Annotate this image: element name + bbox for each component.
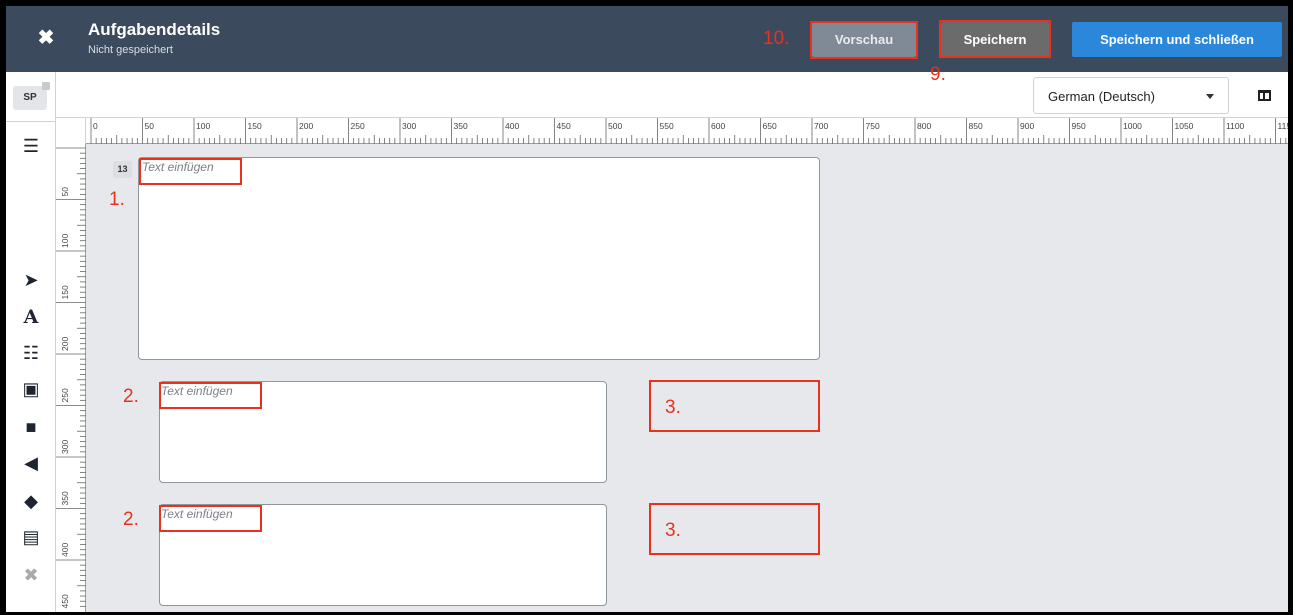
ruler-label: 1050 bbox=[1175, 121, 1194, 131]
annotation-label-9: 9. bbox=[930, 64, 946, 85]
close-icon[interactable]: ✖ bbox=[34, 26, 58, 50]
ruler-corner bbox=[56, 118, 86, 144]
ruler-label: 700 bbox=[814, 121, 828, 131]
ruler-label: 200 bbox=[299, 121, 313, 131]
ruler-label: 150 bbox=[60, 285, 70, 299]
save-button[interactable]: Speichern bbox=[941, 22, 1049, 57]
badge-corner bbox=[42, 82, 50, 90]
text-icon[interactable]: A bbox=[6, 304, 56, 330]
ruler-label: 450 bbox=[60, 594, 70, 608]
preview-button[interactable]: Vorschau bbox=[812, 22, 916, 57]
header-bar: ✖ Aufgabendetails Nicht gespeichert Vors… bbox=[6, 6, 1288, 72]
horizontal-ruler-ticks: 0 50 100 150 200 250 300 350 400 450 500 550 600 650 7… bbox=[90, 118, 1289, 144]
ruler-label: 550 bbox=[660, 121, 674, 131]
annotation-label-2b: 2. bbox=[123, 509, 139, 530]
text-placeholder[interactable]: Text einfügen bbox=[161, 384, 233, 398]
audio-icon[interactable]: ◀ bbox=[6, 450, 56, 476]
ruler-label: 350 bbox=[454, 121, 468, 131]
ruler-label: 750 bbox=[866, 121, 880, 131]
ruler-label: 400 bbox=[60, 543, 70, 557]
language-value: German (Deutsch) bbox=[1048, 89, 1155, 104]
image-icon[interactable]: ▣ bbox=[6, 376, 56, 402]
ruler-label: 450 bbox=[557, 121, 571, 131]
ruler-label: 950 bbox=[1072, 121, 1086, 131]
tool-sidebar: SP ☰ ➤ A ☷ ▣ ■ ◀ ◆ ▤ ✖ bbox=[6, 72, 56, 612]
save-status: Nicht gespeichert bbox=[88, 44, 173, 56]
ruler-label: 200 bbox=[60, 337, 70, 351]
text-box-answer-2[interactable]: Text einfügen bbox=[159, 504, 607, 606]
ruler-label: 0 bbox=[93, 121, 98, 131]
ruler-label: 100 bbox=[196, 121, 210, 131]
ruler-label: 50 bbox=[60, 187, 70, 197]
video-icon[interactable]: ■ bbox=[6, 414, 56, 440]
ruler-label: 500 bbox=[608, 121, 622, 131]
ruler-label: 100 bbox=[60, 234, 70, 248]
layout-toggle-icon[interactable] bbox=[1258, 90, 1271, 101]
save-and-close-button[interactable]: Speichern und schließen bbox=[1072, 22, 1282, 57]
ruler-label: 800 bbox=[917, 121, 931, 131]
delete-icon[interactable]: ✖ bbox=[6, 562, 56, 588]
ruler-label: 350 bbox=[60, 491, 70, 505]
outline-list-icon[interactable]: ☰ bbox=[6, 133, 56, 159]
ruler-label: 1150 bbox=[1278, 121, 1289, 131]
ruler-label: 600 bbox=[711, 121, 725, 131]
ruler-label: 1000 bbox=[1123, 121, 1142, 131]
annotation-label-3b: 3. bbox=[665, 520, 681, 541]
ruler-label: 650 bbox=[763, 121, 777, 131]
ruler-label: 1100 bbox=[1226, 121, 1245, 131]
page-title: Aufgabendetails bbox=[88, 20, 221, 39]
checklist-icon[interactable]: ☷ bbox=[6, 340, 56, 366]
app-window: ✖ Aufgabendetails Nicht gespeichert Vors… bbox=[6, 6, 1288, 612]
pointer-icon[interactable]: ➤ bbox=[6, 267, 56, 293]
vertical-ruler: 50 100 150 200 250 300 350 400 450 bbox=[56, 144, 86, 612]
ruler-label: 250 bbox=[351, 121, 365, 131]
text-box-answer-1[interactable]: Text einfügen bbox=[159, 381, 607, 483]
element-number-badge: 13 bbox=[113, 161, 132, 178]
ruler-label: 300 bbox=[402, 121, 416, 131]
ruler-label: 900 bbox=[1020, 121, 1034, 131]
comment-icon[interactable]: ▤ bbox=[6, 524, 56, 550]
annotation-label-10: 10. bbox=[763, 28, 790, 49]
ruler-label: 300 bbox=[60, 440, 70, 454]
annotation-label-1: 1. bbox=[109, 189, 125, 210]
chevron-down-icon bbox=[1206, 94, 1214, 99]
ruler-label: 150 bbox=[248, 121, 262, 131]
text-placeholder[interactable]: Text einfügen bbox=[161, 507, 233, 521]
language-select[interactable]: German (Deutsch) bbox=[1033, 77, 1229, 114]
annotation-label-2a: 2. bbox=[123, 386, 139, 407]
ruler-label: 400 bbox=[505, 121, 519, 131]
horizontal-ruler: 0 50 100 150 200 250 300 350 400 450 500 550 600 650 7… bbox=[86, 118, 1288, 144]
vertical-ruler-ticks: 50 100 150 200 250 300 350 400 450 bbox=[56, 147, 86, 609]
ruler-label: 50 bbox=[145, 121, 155, 131]
ruler-label: 850 bbox=[969, 121, 983, 131]
tag-icon[interactable]: ◆ bbox=[6, 488, 56, 514]
editor-toolbar: German (Deutsch) bbox=[6, 72, 1288, 118]
sidebar-divider bbox=[6, 121, 56, 122]
annotation-label-3a: 3. bbox=[665, 397, 681, 418]
text-box-main[interactable]: Text einfügen bbox=[138, 157, 820, 360]
text-placeholder[interactable]: Text einfügen bbox=[142, 160, 214, 174]
ruler-label: 250 bbox=[60, 388, 70, 402]
